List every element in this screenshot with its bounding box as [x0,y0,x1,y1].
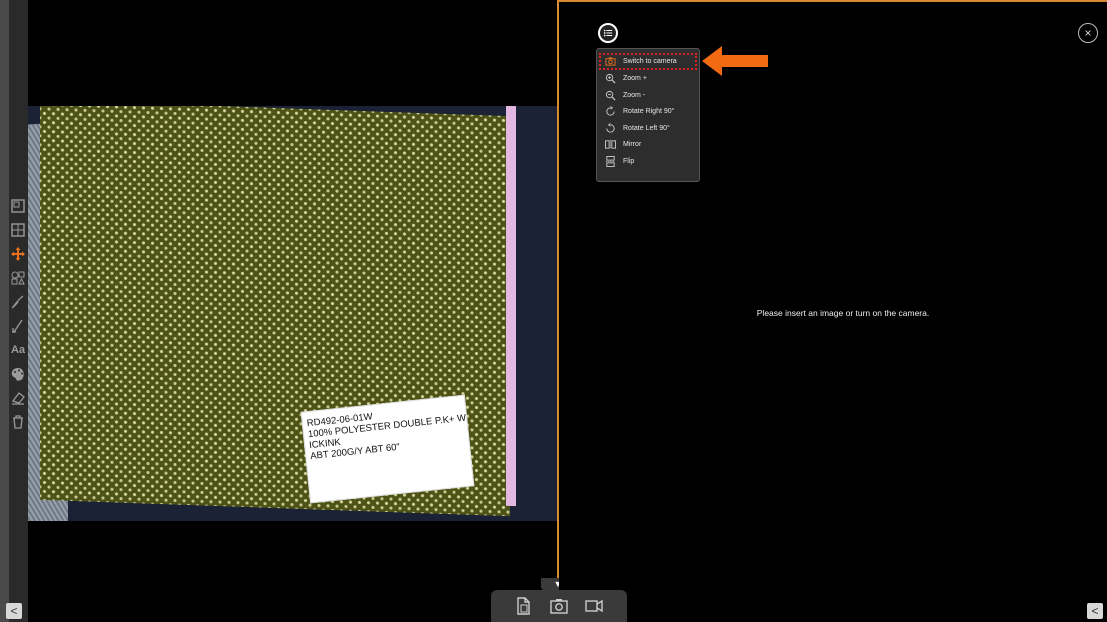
zoom-out-icon [605,90,616,101]
zoom-in-icon [605,73,616,84]
menu-item-label: Zoom + [623,75,647,83]
view-options-menu: Switch to camera Zoom + Zoom - Rotate Ri… [596,48,700,182]
menu-item-mirror[interactable]: Mirror [601,137,695,154]
left-image-pane: RD492-06-01W 100% POLYESTER DOUBLE P.K+ … [28,0,558,622]
camera-icon [605,56,616,67]
mirror-icon [605,139,616,150]
bottom-control-bar [491,590,627,622]
close-button[interactable]: × [1078,23,1098,43]
menu-item-label: Switch to camera [623,57,677,65]
menu-item-zoom-in[interactable]: Zoom + [601,71,695,88]
trash-icon[interactable] [8,412,28,432]
collapse-left-button[interactable]: < [6,603,22,619]
palette-icon[interactable] [8,364,28,384]
menu-item-label: Rotate Right 90° [623,108,675,116]
capture-photo-button[interactable] [547,594,571,618]
flip-icon [605,155,616,167]
file-import-button[interactable] [512,594,536,618]
empty-pane-message: Please insert an image or turn on the ca… [756,308,930,318]
menu-item-flip[interactable]: Flip [601,153,695,170]
rotate-right-icon [605,106,616,117]
brush-icon[interactable] [8,292,28,312]
eraser-icon[interactable] [8,388,28,408]
video-icon [584,599,603,613]
menu-item-label: Zoom - [623,91,646,99]
camera-icon [550,599,568,614]
annotation-arrow-icon [702,46,768,76]
list-icon [603,29,613,37]
menu-button[interactable] [598,23,618,43]
menu-item-rotate-right[interactable]: Rotate Right 90° [601,104,695,121]
grid-icon[interactable] [8,220,28,240]
record-video-button[interactable] [582,594,606,618]
photo-pink-edge [506,106,516,507]
rotate-left-icon [605,122,616,134]
left-tool-list: Aa [5,196,31,432]
menu-item-rotate-left[interactable]: Rotate Left 90° [601,120,695,137]
menu-item-label: Rotate Left 90° [623,124,670,132]
square-icon[interactable] [8,196,28,216]
move-icon[interactable] [8,244,28,264]
menu-item-label: Mirror [623,141,642,149]
menu-item-zoom-out[interactable]: Zoom - [601,87,695,104]
captured-photo: RD492-06-01W 100% POLYESTER DOUBLE P.K+ … [28,106,558,521]
file-import-icon [517,597,531,615]
pen-icon[interactable] [8,316,28,336]
text-icon[interactable]: Aa [8,340,28,360]
shapes-icon[interactable] [8,268,28,288]
photo-fabric-label: RD492-06-01W 100% POLYESTER DOUBLE P.K+ … [300,394,475,504]
menu-item-label: Flip [623,157,635,165]
collapse-right-button[interactable]: < [1087,603,1103,619]
menu-item-switch-to-camera[interactable]: Switch to camera [599,53,697,70]
